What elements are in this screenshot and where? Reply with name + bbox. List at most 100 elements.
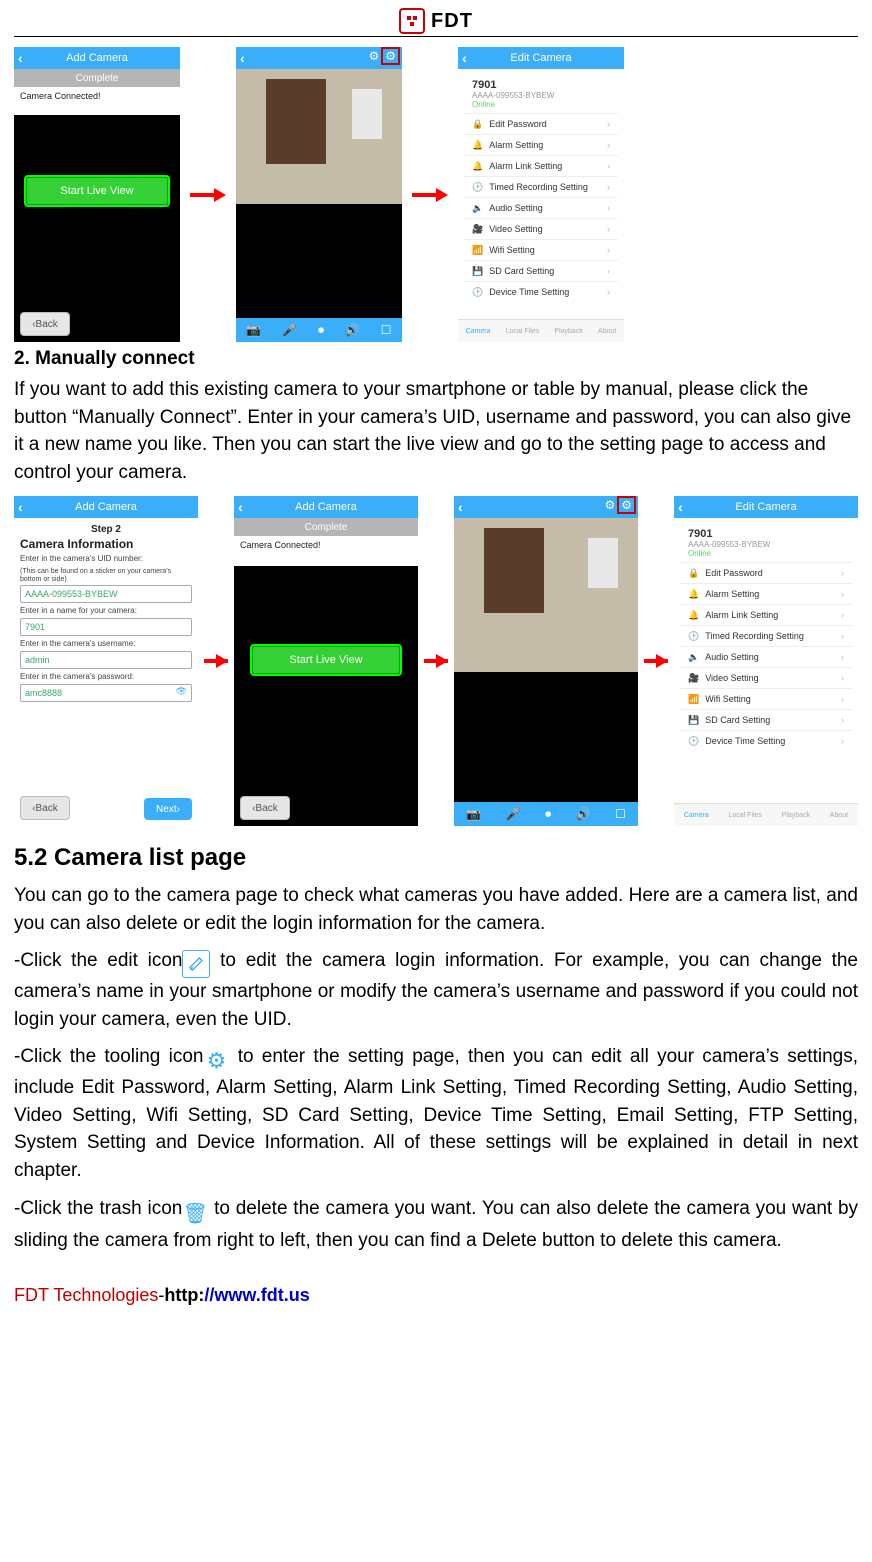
setting-row[interactable]: 🔔Alarm Link Setting› (680, 604, 852, 625)
back-chevron-icon[interactable]: ‹ (240, 50, 245, 66)
record-icon[interactable]: ⏺ (318, 323, 324, 338)
footer-company: FDT Technologies (14, 1285, 158, 1305)
setting-row[interactable]: 🔔Alarm Setting› (680, 583, 852, 604)
flow-arrow-icon (412, 188, 448, 202)
back-chevron-icon[interactable]: ‹ (238, 499, 243, 515)
password-input[interactable]: amc8888👁 (20, 684, 192, 702)
flow-arrow-icon (204, 654, 228, 668)
chevron-right-icon: › (841, 715, 844, 725)
subheader: Complete (14, 69, 180, 87)
nav-camera[interactable]: Camera (466, 328, 491, 335)
device-status: Online (688, 549, 844, 558)
sliders-icon[interactable]: ⚙ (368, 49, 379, 63)
footer-url[interactable]: //www.fdt.us (204, 1285, 309, 1305)
speaker-icon[interactable]: 🔊 (345, 323, 360, 337)
nav-camera[interactable]: Camera (684, 812, 709, 819)
mic-icon[interactable]: 🎤 (506, 807, 521, 821)
back-button[interactable]: ‹ Back (240, 796, 290, 820)
setting-row[interactable]: 📶Wifi Setting› (464, 239, 618, 260)
wifi-icon: 📶 (472, 245, 483, 255)
setting-row[interactable]: 🎥Video Setting› (464, 218, 618, 239)
setting-row[interactable]: 🔈Audio Setting› (464, 197, 618, 218)
sd-icon: 💾 (472, 266, 483, 276)
setting-row[interactable]: 🕑Timed Recording Setting› (464, 176, 618, 197)
expand-icon[interactable]: ☐ (381, 323, 392, 337)
uid-note: (This can be found on a sticker on your … (20, 568, 192, 583)
clock-icon: 🕑 (472, 287, 483, 297)
setting-row[interactable]: 🔈Audio Setting› (680, 646, 852, 667)
titlebar: ‹ ⚙ ⚙ (454, 496, 638, 518)
chevron-right-icon: › (607, 266, 610, 276)
screen-live-view: ‹ ⚙ ⚙ 📷 🎤 ⏺ 🔊 ☐ (236, 47, 402, 342)
uid-input[interactable]: AAAA-099553-BYBEW (20, 585, 192, 603)
titlebar: ‹ Add Camera (14, 496, 198, 518)
chevron-right-icon: › (841, 673, 844, 683)
speaker-icon: 🔈 (472, 203, 483, 213)
snap-icon[interactable]: 📷 (246, 323, 261, 337)
title: Add Camera (66, 52, 128, 64)
start-live-view-button[interactable]: Start Live View (26, 177, 168, 205)
camera-feed (454, 518, 638, 798)
chevron-right-icon: › (607, 287, 610, 297)
back-chevron-icon[interactable]: ‹ (458, 499, 463, 515)
nav-about[interactable]: About (598, 328, 616, 335)
video-controls: 📷 🎤 ⏺ 🔊 ☐ (236, 318, 402, 342)
setting-row[interactable]: 🎥Video Setting› (680, 667, 852, 688)
setting-row[interactable]: 🔔Alarm Link Setting› (464, 155, 618, 176)
username-input[interactable]: admin (20, 651, 192, 669)
clock-icon: 🕑 (688, 631, 699, 641)
expand-icon[interactable]: ☐ (615, 807, 626, 821)
camera-feed (236, 69, 402, 314)
snap-icon[interactable]: 📷 (466, 807, 481, 821)
gear-icon[interactable]: ⚙ (619, 498, 634, 512)
manually-connect-heading: 2. Manually connect (14, 348, 858, 370)
setting-row[interactable]: 🕑Device Time Setting› (464, 281, 618, 302)
gear-icon[interactable]: ⚙ (383, 49, 398, 63)
flow-arrow-icon (424, 654, 448, 668)
screen-camera-info: ‹ Add Camera Step 2 Camera Information E… (14, 496, 198, 826)
back-button[interactable]: ‹ Back (20, 312, 70, 336)
screen-edit-camera-2: ‹ Edit Camera 7901 AAAA-099553-BYBEW Onl… (674, 496, 858, 826)
back-chevron-icon[interactable]: ‹ (462, 50, 467, 66)
name-input[interactable]: 7901 (20, 618, 192, 636)
device-name: 7901 (688, 528, 844, 540)
section-5-2-heading: 5.2 Camera list page (14, 844, 858, 872)
back-chevron-icon[interactable]: ‹ (18, 499, 23, 515)
chevron-right-icon: › (607, 245, 610, 255)
screen-add-complete: ‹ Add Camera Complete Camera Connected! … (14, 47, 180, 342)
setting-row[interactable]: 🕑Device Time Setting› (680, 730, 852, 751)
title: Add Camera (295, 501, 357, 513)
setting-row[interactable]: 🕑Timed Recording Setting› (680, 625, 852, 646)
device-header: 7901 AAAA-099553-BYBEW Online (464, 73, 618, 113)
back-button[interactable]: ‹ Back (20, 796, 70, 820)
back-chevron-icon[interactable]: ‹ (18, 50, 23, 66)
titlebar: ‹ Add Camera (14, 47, 180, 69)
setting-row[interactable]: 🔒Edit Password› (464, 113, 618, 134)
company-header: FDT (14, 8, 858, 37)
nav-local[interactable]: Local Files (506, 328, 539, 335)
record-icon[interactable]: ⏺ (545, 807, 551, 822)
mic-icon[interactable]: 🎤 (282, 323, 297, 337)
setting-row[interactable]: 🔔Alarm Setting› (464, 134, 618, 155)
back-chevron-icon[interactable]: ‹ (678, 499, 683, 515)
chevron-right-icon: › (607, 203, 610, 213)
form-panel: Step 2 Camera Information Enter in the c… (14, 518, 198, 826)
setting-row[interactable]: 🔒Edit Password› (680, 562, 852, 583)
sliders-icon[interactable]: ⚙ (604, 498, 615, 512)
setting-row[interactable]: 💾SD Card Setting› (680, 709, 852, 730)
nav-playback[interactable]: Playback (554, 328, 582, 335)
nav-local[interactable]: Local Files (728, 812, 761, 819)
start-live-view-button[interactable]: Start Live View (252, 646, 400, 674)
edit-icon (182, 950, 210, 978)
setting-row[interactable]: 📶Wifi Setting› (680, 688, 852, 709)
nav-about[interactable]: About (830, 812, 848, 819)
document-page: FDT ‹ Add Camera Complete Camera Connect… (0, 0, 872, 1326)
screenshot-row-2: ‹ Add Camera Step 2 Camera Information E… (14, 496, 858, 826)
titlebar: ‹ Edit Camera (458, 47, 624, 69)
setting-row[interactable]: 💾SD Card Setting› (464, 260, 618, 281)
nav-playback[interactable]: Playback (782, 812, 810, 819)
flow-arrow-icon (644, 654, 668, 668)
speaker-icon[interactable]: 🔊 (576, 807, 591, 821)
eye-icon[interactable]: 👁 (176, 686, 187, 697)
next-button[interactable]: Next › (144, 798, 192, 820)
